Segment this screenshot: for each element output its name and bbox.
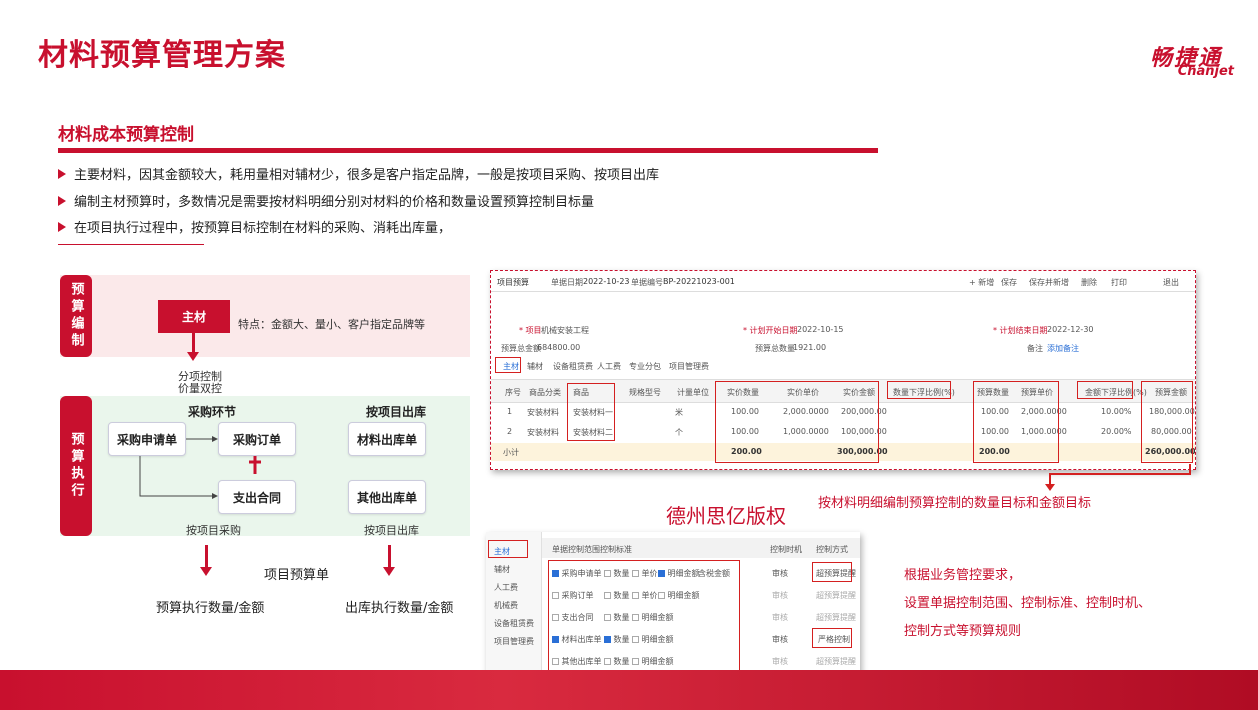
table-cell: 米 — [675, 408, 683, 417]
sidebar-item-aux[interactable]: 辅材 — [494, 564, 510, 575]
budget-rules-screenshot: 主材 辅材 人工费 机械费 设备租赁费 项目管理费 单据控制范围 控制标准 控制… — [486, 532, 860, 678]
timing-value[interactable]: 审核 — [772, 568, 788, 579]
arrow-stem — [388, 545, 391, 567]
plan-start-value[interactable]: 2022-10-15 — [797, 325, 844, 334]
highlight-box — [715, 381, 879, 463]
plan-end-value[interactable]: 2022-12-30 — [1047, 325, 1094, 334]
timing-value[interactable]: 审核 — [772, 612, 788, 623]
highlight-box — [1077, 381, 1133, 399]
col-header: 控制时机 — [770, 545, 802, 554]
table-cell: 2 — [507, 427, 513, 436]
plan-start-label: * 计划开始日期 — [743, 326, 798, 335]
table-cell: 1 — [507, 407, 513, 416]
highlight-box — [488, 540, 528, 558]
subtotal-label: 小计 — [503, 448, 519, 457]
project-budget-screenshot: 项目预算 单据日期 2022-10-23 单据编号 BP-20221023-00… — [490, 270, 1196, 470]
project-value[interactable]: 机械安装工程 — [541, 325, 589, 336]
col-header: 序号 — [505, 388, 521, 397]
highlight-box — [567, 383, 615, 441]
highlight-box — [812, 628, 852, 648]
highlight-box — [548, 560, 740, 676]
down-arrow-icon — [383, 567, 395, 576]
timing-value[interactable]: 审核 — [772, 634, 788, 645]
table-cell: 10.00% — [1101, 407, 1132, 416]
table-cell: 20.00% — [1101, 427, 1132, 436]
table-cell: 安装材料 — [527, 408, 559, 417]
caption-rules-line2: 设置单据控制范围、控制标准、控制时机、 — [904, 596, 1152, 611]
footer-band — [0, 670, 1258, 710]
subtab-management[interactable]: 项目管理费 — [669, 361, 709, 372]
sidebar-item-management[interactable]: 项目管理费 — [494, 636, 534, 647]
toolbar-delete-button[interactable]: 删除 — [1081, 277, 1097, 288]
total-amount-value: 684800.00 — [537, 343, 581, 352]
caption-rules-line1: 根据业务管控要求， — [904, 568, 1022, 583]
highlight-box — [887, 381, 951, 399]
add-remark-link[interactable]: 添加备注 — [1047, 343, 1079, 354]
down-arrow-icon — [200, 567, 212, 576]
timing-value[interactable]: 审核 — [772, 656, 788, 667]
out-qty-amount-text: 出库执行数量/金额 — [345, 601, 454, 616]
copyright-watermark: 德州思亿版权 — [666, 504, 786, 528]
divider — [491, 291, 1195, 292]
sidebar-item-labor[interactable]: 人工费 — [494, 582, 518, 593]
mode-value[interactable]: 超预算提醒 — [816, 590, 856, 601]
doc-date-value: 2022-10-23 — [583, 277, 630, 286]
doc-no-value: BP-20221023-001 — [663, 277, 735, 286]
caption-rules-line3: 控制方式等预算规则 — [904, 624, 1022, 639]
by-project-out-text: 按项目出库 — [364, 524, 419, 537]
toolbar-new-button[interactable]: + 新增 — [969, 277, 994, 288]
exec-qty-amount-text: 预算执行数量/金额 — [156, 601, 265, 616]
subtab-equipment[interactable]: 设备租赁费 — [553, 361, 593, 372]
toolbar-save-button[interactable]: 保存 — [1001, 277, 1017, 288]
highlight-box — [495, 357, 521, 373]
col-header: 规格型号 — [629, 388, 661, 397]
total-amount-label: 预算总金额 — [501, 344, 541, 353]
project-budget-text: 项目预算单 — [264, 568, 330, 583]
tab-project-budget[interactable]: 项目预算 — [497, 277, 529, 288]
sidebar-item-machine[interactable]: 机械费 — [494, 600, 518, 611]
total-qty-value: 1921.00 — [793, 343, 827, 352]
timing-value[interactable]: 审核 — [772, 590, 788, 601]
col-header: 计量单位 — [677, 388, 709, 397]
table-cell: 个 — [675, 428, 683, 437]
col-header: 控制方式 — [816, 545, 848, 554]
highlight-box — [812, 562, 852, 582]
pointer-connector — [1045, 464, 1191, 491]
project-label: * 项目 — [519, 326, 542, 335]
flow-connectors — [139, 436, 261, 499]
col-header: 单据控制范围 — [552, 545, 600, 554]
caption-budget-detail: 按材料明细编制预算控制的数量目标和金额目标 — [818, 496, 1092, 511]
plan-end-label: * 计划结束日期 — [993, 326, 1048, 335]
subtab-aux[interactable]: 辅材 — [527, 361, 543, 372]
toolbar-print-button[interactable]: 打印 — [1111, 277, 1127, 288]
remark-label: 备注 — [1027, 344, 1043, 353]
subtab-labor[interactable]: 人工费 — [597, 361, 621, 372]
brand-logo-en: Chanjet — [1177, 64, 1234, 79]
mode-value[interactable]: 超预算提醒 — [816, 612, 856, 623]
table-cell: 安装材料 — [527, 428, 559, 437]
col-header: 商品分类 — [529, 388, 561, 397]
highlight-box — [1141, 381, 1193, 463]
by-project-purchase-text: 按项目采购 — [186, 524, 241, 537]
arrow-stem — [205, 545, 208, 567]
col-header: 控制标准 — [600, 545, 632, 554]
subtab-subcontract[interactable]: 专业分包 — [629, 361, 661, 372]
doc-date-label: 单据日期 — [551, 278, 583, 287]
doc-no-label: 单据编号 — [631, 278, 663, 287]
mode-value[interactable]: 超预算提醒 — [816, 656, 856, 667]
toolbar-exit-button[interactable]: 退出 — [1163, 277, 1179, 288]
total-qty-label: 预算总数量 — [755, 344, 795, 353]
toolbar-save-new-button[interactable]: 保存并新增 — [1029, 277, 1069, 288]
sidebar-item-equipment[interactable]: 设备租赁费 — [494, 618, 534, 629]
highlight-box — [973, 381, 1059, 463]
